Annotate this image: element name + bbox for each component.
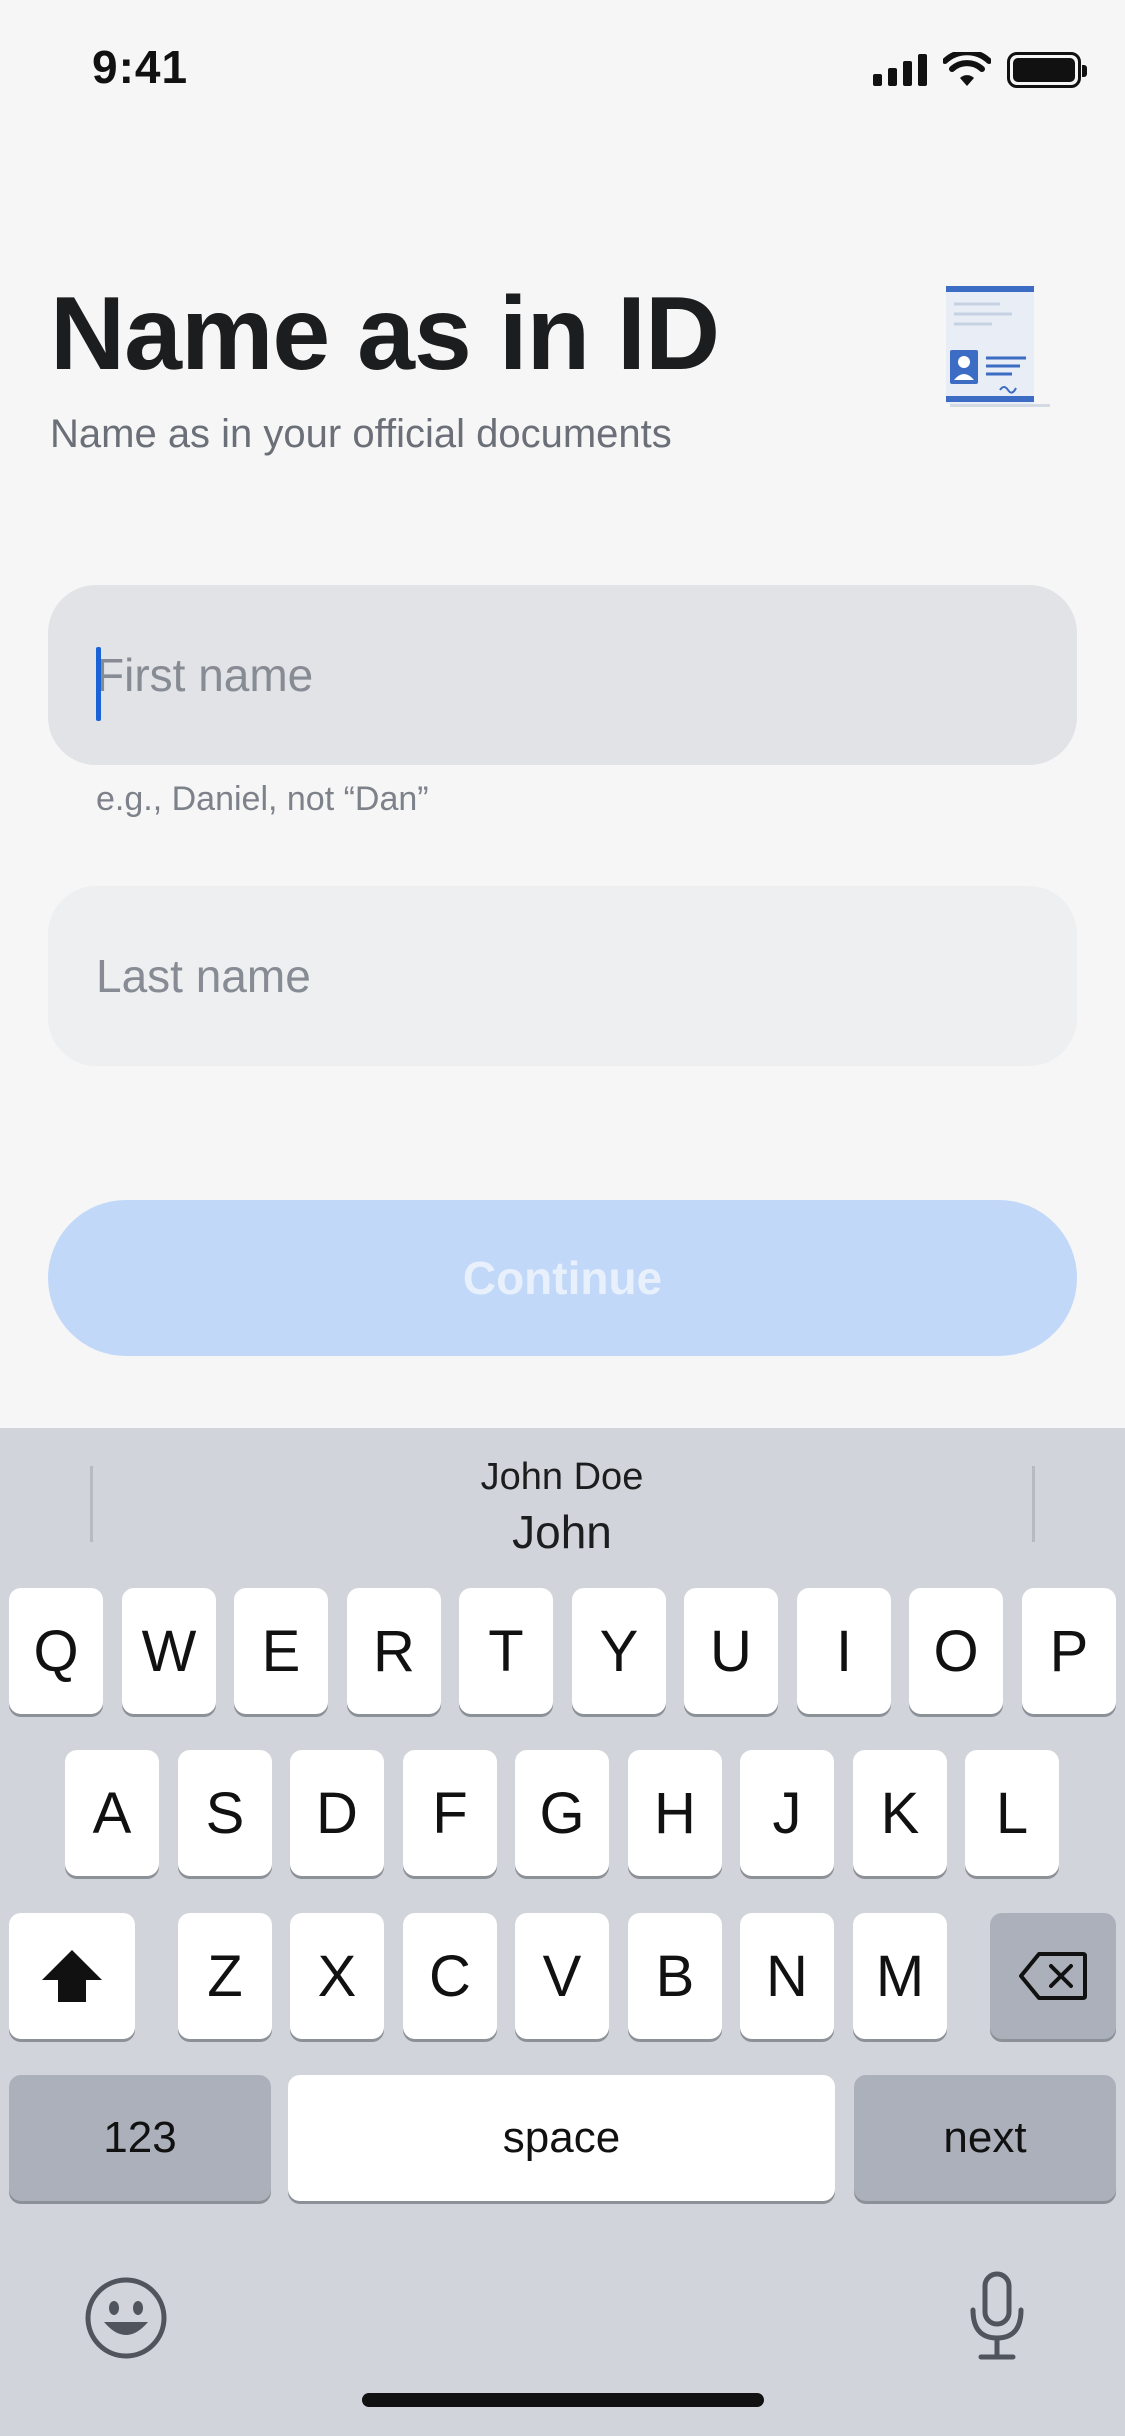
suggestion-first-name: John bbox=[512, 1506, 612, 1558]
status-bar: 9:41 bbox=[0, 0, 1125, 132]
next-key[interactable]: next bbox=[854, 2075, 1116, 2201]
key-d[interactable]: D bbox=[290, 1750, 384, 1876]
key-b[interactable]: B bbox=[628, 1913, 722, 2039]
key-u[interactable]: U bbox=[684, 1588, 778, 1714]
key-a[interactable]: A bbox=[65, 1750, 159, 1876]
suggestion-full-name: John Doe bbox=[480, 1456, 644, 1498]
shift-key[interactable] bbox=[9, 1913, 135, 2039]
page-subtitle: Name as in your official documents bbox=[50, 412, 672, 456]
key-e[interactable]: E bbox=[234, 1588, 328, 1714]
key-j[interactable]: J bbox=[740, 1750, 834, 1876]
first-name-input[interactable] bbox=[96, 585, 1026, 765]
backspace-icon bbox=[1019, 1952, 1087, 2000]
key-z[interactable]: Z bbox=[178, 1913, 272, 2039]
page-title: Name as in ID bbox=[50, 276, 720, 392]
status-time: 9:41 bbox=[92, 41, 189, 93]
last-name-field[interactable] bbox=[48, 886, 1077, 1066]
key-o[interactable]: O bbox=[909, 1588, 1003, 1714]
suggestion-bar: John Doe John bbox=[0, 1428, 1125, 1578]
key-t[interactable]: T bbox=[459, 1588, 553, 1714]
key-w[interactable]: W bbox=[122, 1588, 216, 1714]
key-s[interactable]: S bbox=[178, 1750, 272, 1876]
first-name-field[interactable] bbox=[48, 585, 1077, 765]
key-n[interactable]: N bbox=[740, 1913, 834, 2039]
key-m[interactable]: M bbox=[853, 1913, 947, 2039]
key-k[interactable]: K bbox=[853, 1750, 947, 1876]
key-f[interactable]: F bbox=[403, 1750, 497, 1876]
text-caret bbox=[96, 647, 101, 721]
keyboard: John Doe John Q W E R T Y U I O P A S D … bbox=[0, 1428, 1125, 2436]
battery-icon bbox=[1007, 52, 1087, 88]
autofill-suggestion[interactable]: John Doe John bbox=[362, 1456, 762, 1559]
home-indicator bbox=[362, 2393, 764, 2407]
id-document-icon bbox=[946, 286, 1050, 407]
key-g[interactable]: G bbox=[515, 1750, 609, 1876]
key-y[interactable]: Y bbox=[572, 1588, 666, 1714]
emoji-icon[interactable] bbox=[84, 2276, 168, 2360]
suggestion-divider bbox=[90, 1466, 93, 1542]
continue-button[interactable]: Continue bbox=[48, 1200, 1077, 1356]
numbers-key[interactable]: 123 bbox=[9, 2075, 271, 2201]
key-h[interactable]: H bbox=[628, 1750, 722, 1876]
key-x[interactable]: X bbox=[290, 1913, 384, 2039]
first-name-hint: e.g., Daniel, not “Dan” bbox=[96, 780, 429, 818]
shift-arrow-icon bbox=[42, 1950, 102, 2002]
key-v[interactable]: V bbox=[515, 1913, 609, 2039]
key-r[interactable]: R bbox=[347, 1588, 441, 1714]
delete-key[interactable] bbox=[990, 1913, 1116, 2039]
cellular-signal-icon bbox=[873, 54, 927, 86]
last-name-input[interactable] bbox=[96, 886, 1026, 1066]
key-c[interactable]: C bbox=[403, 1913, 497, 2039]
key-q[interactable]: Q bbox=[9, 1588, 103, 1714]
wifi-icon bbox=[943, 52, 991, 86]
microphone-icon[interactable] bbox=[966, 2270, 1028, 2362]
key-i[interactable]: I bbox=[797, 1588, 891, 1714]
key-p[interactable]: P bbox=[1022, 1588, 1116, 1714]
suggestion-divider bbox=[1032, 1466, 1035, 1542]
space-key[interactable]: space bbox=[288, 2075, 835, 2201]
status-icons bbox=[873, 50, 1087, 90]
key-l[interactable]: L bbox=[965, 1750, 1059, 1876]
